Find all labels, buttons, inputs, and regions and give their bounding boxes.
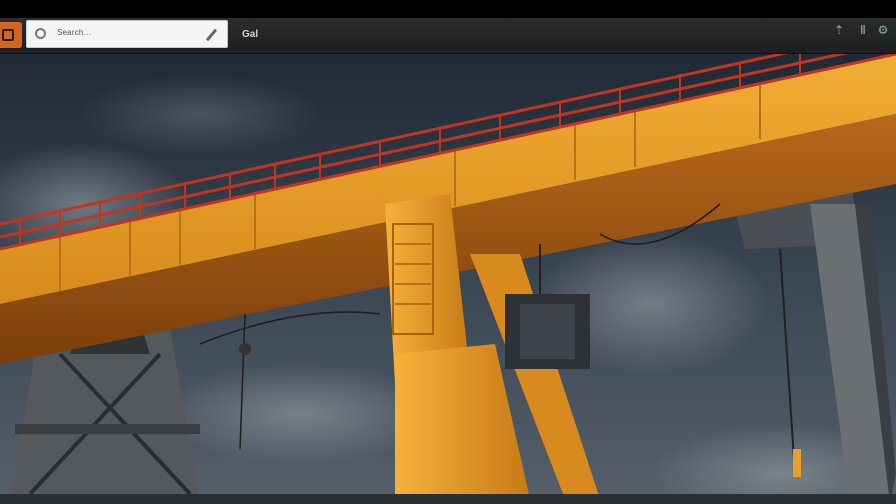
- search-icon: [35, 28, 46, 39]
- settings-icon[interactable]: ⚙: [876, 23, 890, 37]
- search-input[interactable]: Search…: [26, 20, 228, 48]
- toolbar: Search… Gal ⇡ Ⅱ ⚙: [0, 18, 896, 54]
- crane-photo: [0, 54, 896, 504]
- toolbar-label[interactable]: Gal: [242, 29, 258, 40]
- logo-icon[interactable]: [0, 22, 22, 48]
- share-icon[interactable]: ⇡: [832, 23, 846, 37]
- search-text: Search…: [57, 28, 92, 37]
- pen-icon[interactable]: [205, 28, 218, 42]
- menu-icon[interactable]: Ⅱ: [856, 23, 870, 37]
- top-black-bar: [0, 0, 896, 18]
